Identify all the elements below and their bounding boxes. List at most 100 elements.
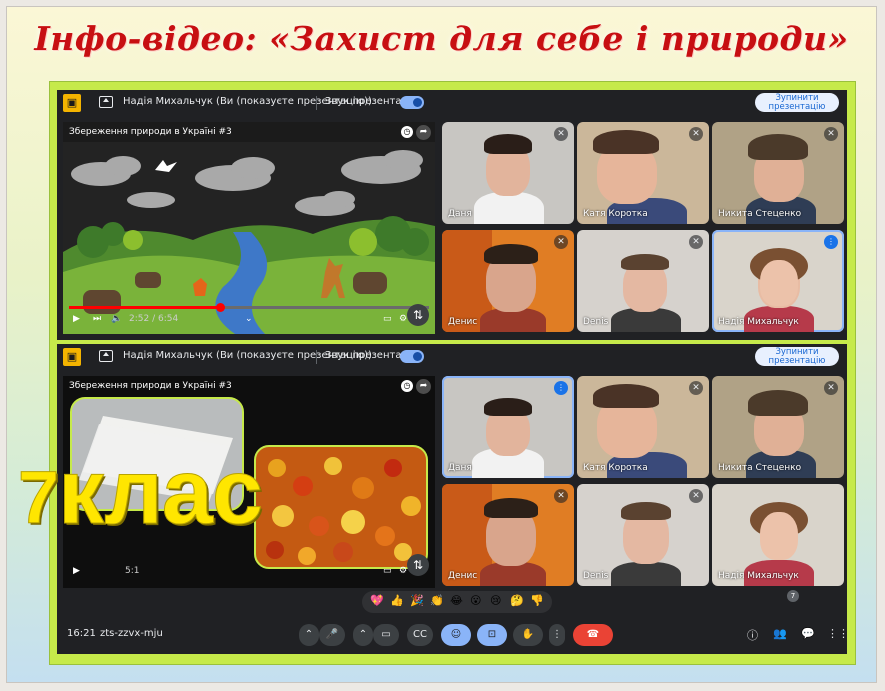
slide-title: Інфо-відео: «Захист для себе і природи» — [34, 19, 849, 58]
microphone-icon[interactable]: 🎤 — [319, 624, 345, 646]
participant-tile[interactable]: ✕ Катя Коротка — [577, 122, 709, 224]
participant-tile[interactable]: ✕ Катя Коротка — [577, 376, 709, 478]
stop-presenting-button[interactable]: Зупинити презентацію — [755, 347, 839, 366]
play-icon[interactable]: ▶ — [73, 566, 80, 576]
reaction-emoji[interactable]: 😮 — [470, 594, 481, 607]
mic-off-icon: ✕ — [689, 489, 703, 503]
reaction-emoji[interactable]: 😢 — [490, 594, 501, 607]
meet-screenshot-top: ▣ Надія Михальчук (Ви (показуєте презент… — [57, 90, 847, 340]
share-icon[interactable]: ➦ — [416, 125, 431, 140]
participant-name: Denis — [583, 317, 609, 327]
swap-layout-icon[interactable]: ⇅ — [407, 554, 429, 576]
mic-off-icon: ✕ — [554, 235, 568, 249]
video-time: 5:1 — [125, 566, 140, 576]
video-controls: ▶ 5:1 ▭ ⚙ — [69, 566, 429, 580]
subtitles-icon[interactable]: ▭ — [383, 566, 392, 576]
meeting-code: zts-zzvx-mju — [100, 628, 163, 639]
participant-tile[interactable]: ✕ Никита Стеценко — [712, 376, 844, 478]
video-title: Збереження природи в Україні #3 — [69, 127, 232, 137]
reaction-emoji[interactable]: 🤔 — [510, 594, 524, 607]
reaction-emoji[interactable]: 💖 — [370, 594, 384, 607]
speaking-indicator-icon: ⋮ — [824, 235, 838, 249]
stop-presenting-button[interactable]: Зупинити презентацію — [755, 93, 839, 112]
participant-name: Никита Стеценко — [718, 209, 802, 219]
grade-word: клас — [58, 441, 264, 544]
video-time: 2:52 / 6:54 — [129, 314, 179, 324]
emoji-reactions-icon[interactable]: ☺ — [441, 624, 471, 646]
presentation-sound-toggle[interactable] — [400, 96, 424, 109]
video-title: Збереження природи в Україні #3 — [69, 381, 232, 391]
participant-name: Никита Стеценко — [718, 463, 802, 473]
reaction-emoji[interactable]: 👏 — [430, 594, 444, 607]
present-now-icon[interactable]: ⊡ — [477, 624, 507, 646]
captions-icon[interactable]: CC — [407, 624, 433, 646]
speaking-indicator-icon: ⋮ — [554, 381, 568, 395]
camera-icon[interactable]: ▭ — [373, 624, 399, 646]
meet-logo-icon: ▣ — [63, 94, 81, 112]
shared-video[interactable]: Збереження природи в Україні #3 ◷ ➦ ▶ ⏭ … — [63, 122, 435, 334]
raise-hand-icon[interactable]: ✋ — [513, 624, 543, 646]
next-icon[interactable]: ⏭ — [93, 314, 101, 324]
participant-name: Катя Коротка — [583, 209, 648, 219]
presentation-sound-toggle[interactable] — [400, 350, 424, 363]
grade-number: 7 — [17, 456, 59, 540]
reaction-emoji[interactable]: 😂 — [450, 594, 463, 607]
slide-frame: Інфо-відео: «Захист для себе і природи» … — [6, 6, 877, 683]
swap-layout-icon[interactable]: ⇅ — [407, 304, 429, 326]
presentation-bar: ▣ Надія Михальчук (Ви (показуєте презент… — [57, 344, 847, 370]
reaction-emoji[interactable]: 👎 — [530, 594, 544, 607]
participant-tile[interactable]: ✕ Denis — [577, 230, 709, 332]
share-icon[interactable]: ➦ — [416, 379, 431, 394]
nature-cartoon-scene — [63, 122, 435, 334]
participant-name: Надія Михальчук — [718, 317, 799, 327]
present-screen-icon — [99, 350, 113, 362]
participant-tile[interactable]: ✕ Даня — [442, 122, 574, 224]
meet-logo-icon: ▣ — [63, 348, 81, 366]
mic-off-icon: ✕ — [689, 127, 703, 141]
volume-icon[interactable]: 🔈 — [111, 314, 122, 324]
mic-off-icon: ✕ — [689, 235, 703, 249]
participant-tile[interactable]: ⋮ Надія Михальчук — [712, 230, 844, 332]
participant-tile[interactable]: ✕ Денис — [442, 230, 574, 332]
participants-count-badge: 7 — [787, 590, 799, 602]
play-icon[interactable]: ▶ — [73, 314, 80, 324]
participant-name: Даня — [448, 209, 472, 219]
participant-tile[interactable]: Надія Михальчук — [712, 484, 844, 586]
chat-icon[interactable]: 💬 — [801, 627, 815, 640]
meeting-controls: 16:21 zts-zzvx-mju ⌃ 🎤 ⌃ ▭ CC ☺ ⊡ ✋ ⋮ ☎ … — [57, 616, 847, 654]
mic-off-icon: ✕ — [554, 127, 568, 141]
reaction-emoji[interactable]: 🎉 — [410, 594, 424, 607]
reaction-emoji[interactable]: 👍 — [390, 594, 404, 607]
watch-later-icon[interactable]: ◷ — [401, 380, 413, 392]
reactions-bar: 💖 👍 🎉 👏 😂 😮 😢 🤔 👎 — [362, 591, 552, 613]
watch-later-icon[interactable]: ◷ — [401, 126, 413, 138]
participant-tile[interactable]: ✕ Denis — [577, 484, 709, 586]
video-controls: ▶ ⏭ 🔈 2:52 / 6:54 ⌄ ▭ ⚙ — [69, 314, 429, 328]
more-options-icon[interactable]: ⋮ — [549, 624, 565, 646]
participant-name: Даня — [448, 463, 472, 473]
settings-gear-icon[interactable]: ⚙ — [399, 566, 407, 576]
mic-off-icon: ✕ — [689, 381, 703, 395]
info-icon[interactable]: ⓘ — [747, 627, 758, 643]
end-call-icon[interactable]: ☎ — [573, 624, 613, 646]
participant-tile[interactable]: ⋮ Даня — [442, 376, 574, 478]
camera-options-icon[interactable]: ⌃ — [353, 624, 373, 646]
participant-name: Надія Михальчук — [718, 571, 799, 581]
participant-tile[interactable]: ✕ Денис — [442, 484, 574, 586]
screenshot-board: ▣ Надія Михальчук (Ви (показуєте презент… — [49, 81, 856, 665]
activities-grid-icon[interactable]: ⋮⋮ — [827, 627, 847, 640]
mic-options-icon[interactable]: ⌃ — [299, 624, 319, 646]
mic-off-icon: ✕ — [824, 381, 838, 395]
chevron-down-icon[interactable]: ⌄ — [245, 314, 253, 324]
clock-time: 16:21 — [67, 628, 96, 639]
video-progress-bar[interactable] — [69, 303, 429, 312]
subtitles-icon[interactable]: ▭ — [383, 314, 392, 324]
mic-off-icon: ✕ — [554, 489, 568, 503]
people-icon[interactable]: 👥 — [773, 627, 787, 640]
participant-name: Денис — [448, 571, 478, 581]
settings-gear-icon[interactable]: ⚙ — [399, 314, 407, 324]
present-screen-icon — [99, 96, 113, 108]
presentation-bar: ▣ Надія Михальчук (Ви (показуєте презент… — [57, 90, 847, 116]
mic-off-icon: ✕ — [824, 127, 838, 141]
participant-tile[interactable]: ✕ Никита Стеценко — [712, 122, 844, 224]
